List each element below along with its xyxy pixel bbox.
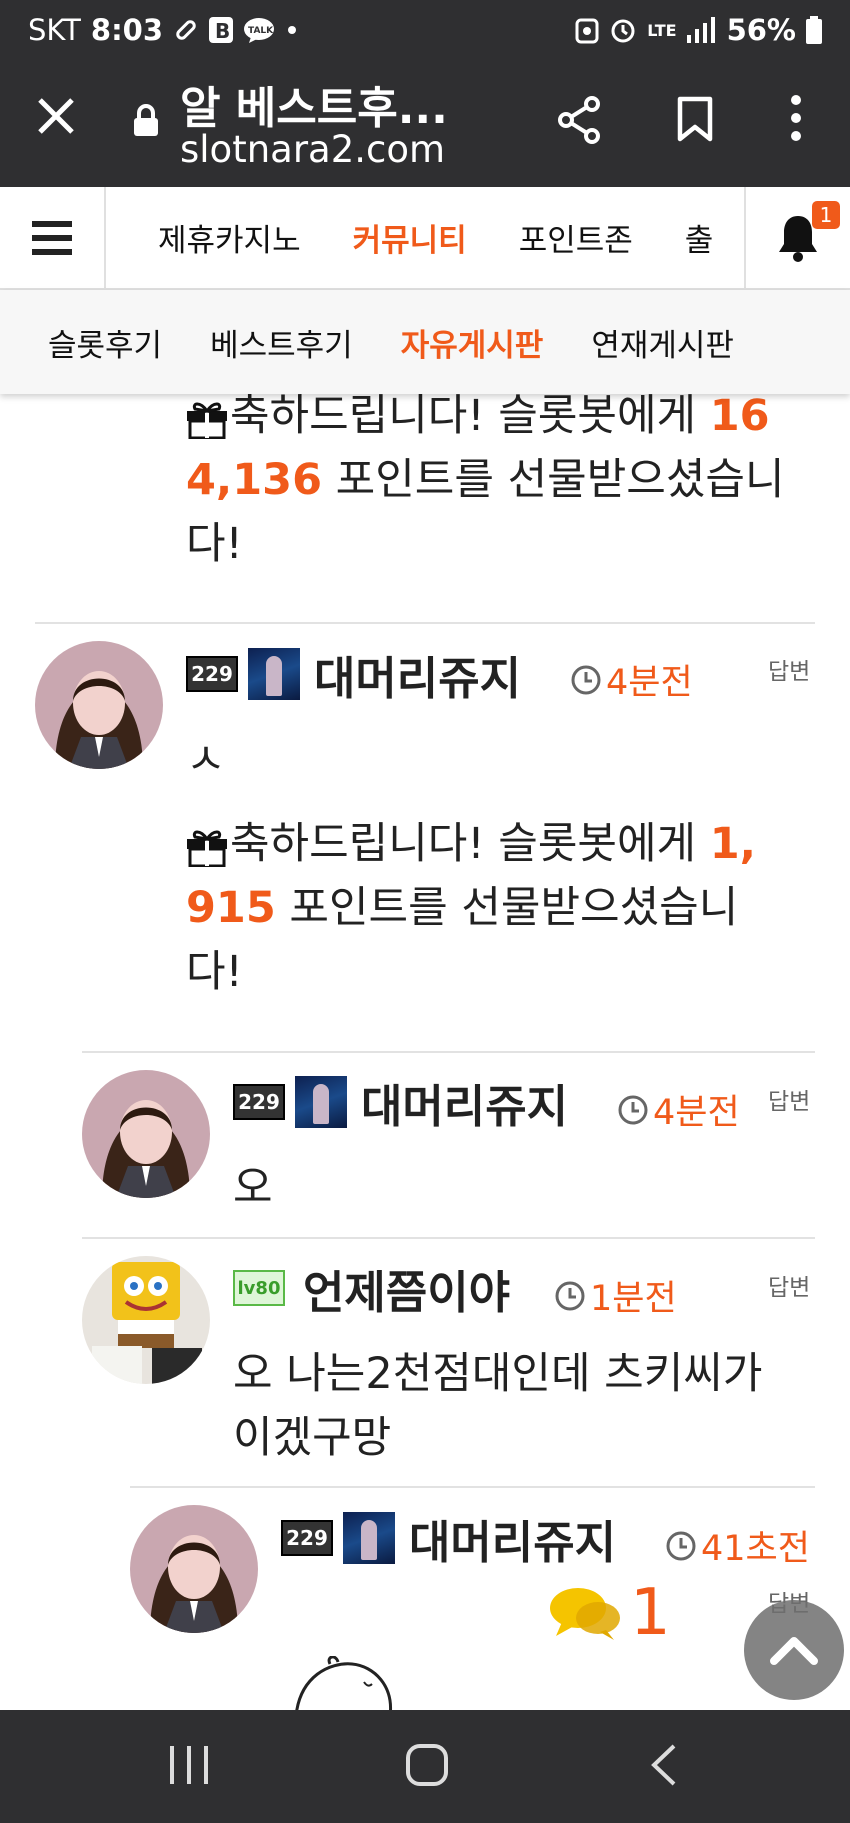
signal-icon (686, 17, 717, 43)
svg-text:B: B (215, 19, 230, 43)
tab-free-board[interactable]: 자유게시판 (401, 320, 544, 365)
tab-partner-casino[interactable]: 제휴카지노 (158, 215, 301, 260)
reply-button[interactable]: 답변 (768, 1268, 810, 1302)
status-bar: SKT 8:03 B TALK LTE 56% (0, 0, 850, 60)
menu-icon[interactable] (0, 187, 106, 288)
clock-icon (666, 1531, 696, 1560)
gift-icon (187, 830, 227, 867)
avatar[interactable] (82, 1256, 210, 1384)
clock: 8:03 (90, 13, 164, 47)
divider (130, 1486, 815, 1488)
link-icon (173, 17, 199, 43)
user-icon-thumb (343, 1512, 395, 1564)
page-title[interactable]: 알 베스트후... (180, 72, 500, 136)
comment-time: 4분전 (570, 654, 693, 705)
gift-text: 축하드립니다! 슬롯봇에게 (230, 819, 710, 869)
talk-icon: TALK (243, 17, 275, 43)
reply-button[interactable]: 답변 (768, 652, 810, 686)
level-badge: lv80 (233, 1270, 285, 1306)
url-text[interactable]: slotnara2.com (180, 128, 445, 171)
divider (82, 1237, 815, 1239)
notification-bell[interactable]: 1 (744, 187, 850, 288)
gift-icon (187, 402, 227, 439)
speech-bubbles-icon (550, 1588, 620, 1640)
recent-apps-icon[interactable] (168, 1742, 210, 1792)
sub-nav: 슬롯후기 베스트후기 자유게시판 연재게시판 (0, 290, 850, 394)
level-badge: 229 (281, 1520, 333, 1556)
more-options-icon[interactable] (780, 94, 812, 146)
clock-icon (571, 665, 601, 694)
gift-text: 포인트를 선물받으셨습니 (275, 883, 739, 933)
comment-time: 4분전 (617, 1084, 740, 1135)
tab-point-zone[interactable]: 포인트존 (519, 215, 633, 260)
level-badge: 229 (233, 1084, 285, 1120)
avatar[interactable] (35, 641, 163, 769)
notification-badge: 1 (812, 201, 840, 229)
nickname[interactable]: 대머리쥬지 (409, 1506, 616, 1571)
bookmark-icon[interactable] (676, 96, 714, 146)
comment-meta: 229 대머리쥬지 (186, 646, 521, 705)
nickname[interactable]: 대머리쥬지 (314, 642, 521, 707)
user-icon-thumb (295, 1076, 347, 1128)
close-icon[interactable] (36, 96, 76, 136)
main-nav: 제휴카지노 커뮤니티 포인트존 출 1 (0, 187, 850, 290)
chevron-up-icon (770, 1637, 818, 1665)
comment-text: ㅅ (186, 735, 226, 785)
sticker-image (290, 1655, 400, 1710)
gift-message: 축하드립니다! 슬롯봇에게 1, 915 포인트를 선물받으셨습니 다! (186, 812, 826, 1004)
tab-attendance[interactable]: 출 (685, 215, 714, 260)
home-icon[interactable] (404, 1742, 450, 1792)
gift-text: 다! (186, 947, 243, 997)
reply-button[interactable]: 답변 (768, 1082, 810, 1116)
battery-label: 56% (726, 13, 796, 47)
gift-points: 16 (709, 394, 770, 441)
b-app-icon: B (209, 17, 234, 43)
comment-text: 오 나는2천점대인데 츠키씨가 이겠구망 (233, 1349, 763, 1463)
lock-icon (132, 104, 160, 142)
comment-time: 41초전 (665, 1520, 810, 1571)
battery-icon (806, 16, 822, 44)
clock-icon (555, 1281, 585, 1310)
comment-meta: lv80 언제쯤이야 (233, 1260, 510, 1319)
comment-list: 축하드립니다! 슬롯봇에게 16 4,136 포인트를 선물받으셨습니 다! 2… (0, 394, 850, 1710)
alarm-icon (609, 16, 637, 44)
recycle-icon (575, 16, 599, 44)
svg-text:TALK: TALK (248, 26, 274, 36)
tab-series-board[interactable]: 연재게시판 (591, 320, 734, 365)
avatar[interactable] (82, 1070, 210, 1198)
comment-count[interactable]: 1 (548, 1576, 671, 1650)
gift-points: 915 (186, 883, 276, 933)
gift-text: 다! (186, 519, 243, 569)
tab-slot-review[interactable]: 슬롯후기 (48, 320, 162, 365)
system-nav-bar (0, 1710, 850, 1823)
comment-meta: 229 대머리쥬지 (233, 1074, 568, 1133)
gift-message: 축하드립니다! 슬롯봇에게 16 4,136 포인트를 선물받으셨습니 다! (186, 394, 826, 576)
gift-points: 1, (709, 819, 757, 869)
browser-toolbar: 알 베스트후... slotnara2.com (0, 60, 850, 187)
comment-time: 1분전 (554, 1270, 677, 1321)
dot-icon (285, 23, 299, 37)
network-label: LTE (647, 20, 677, 40)
back-icon[interactable] (648, 1742, 680, 1792)
carrier-label: SKT (28, 13, 81, 47)
avatar[interactable] (130, 1505, 258, 1633)
gift-text: 축하드립니다! 슬롯봇에게 (230, 394, 710, 441)
nickname[interactable]: 대머리쥬지 (361, 1070, 568, 1135)
gift-text: 포인트를 선물받으셨습니 (322, 455, 785, 505)
divider (35, 622, 815, 624)
divider (82, 1051, 815, 1053)
tab-best-review[interactable]: 베스트후기 (210, 320, 353, 365)
scroll-top-button[interactable] (744, 1600, 844, 1700)
nickname[interactable]: 언제쯤이야 (303, 1256, 510, 1321)
share-icon[interactable] (556, 96, 604, 148)
comment-meta: 229 대머리쥬지 (281, 1510, 616, 1569)
tab-community[interactable]: 커뮤니티 (353, 215, 467, 260)
clock-icon (618, 1095, 648, 1124)
gift-points: 4,136 (186, 455, 323, 505)
level-badge: 229 (186, 656, 238, 692)
user-icon-thumb (248, 648, 300, 700)
comment-text: 오 (233, 1163, 273, 1213)
